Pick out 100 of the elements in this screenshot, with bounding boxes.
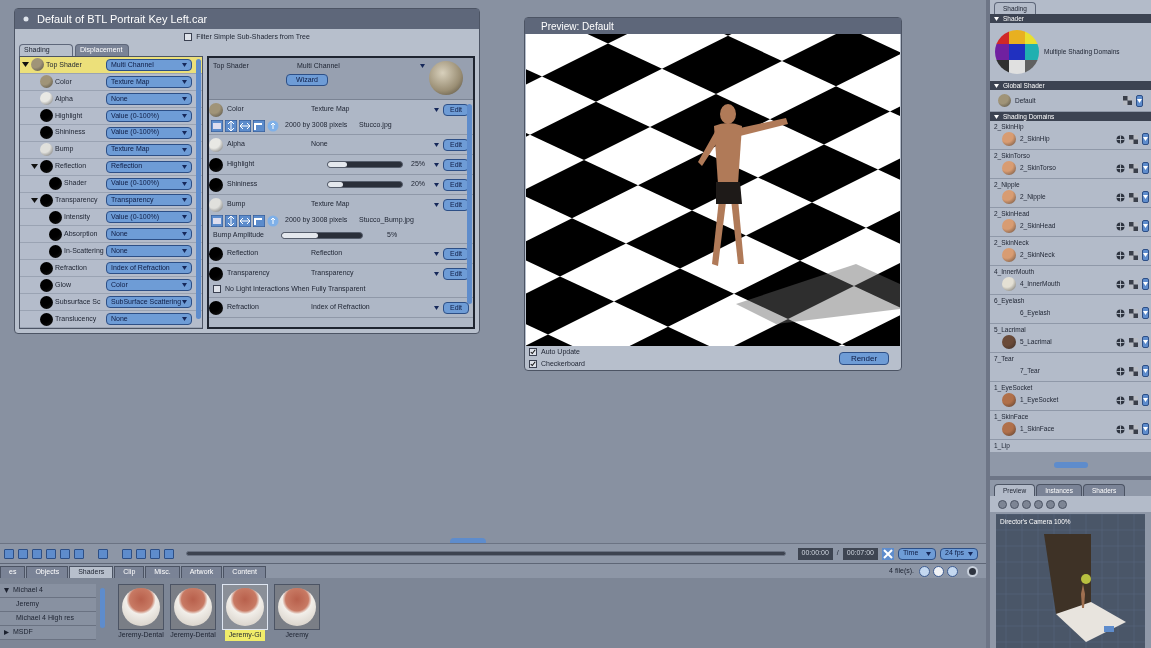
shader-thumbnail[interactable] (118, 584, 164, 630)
texture-tool-icon[interactable] (225, 214, 237, 227)
texture-tool-icon[interactable] (239, 214, 251, 227)
transport-button-icon[interactable] (164, 548, 174, 559)
checker-icon[interactable] (1129, 395, 1138, 405)
transport-button-icon[interactable] (4, 548, 14, 559)
checker-icon[interactable] (1129, 308, 1138, 318)
caret-icon (1143, 427, 1148, 431)
globe-icon[interactable] (1116, 279, 1125, 289)
transport-button-icon[interactable] (74, 548, 84, 559)
dropdown-button[interactable] (1142, 249, 1149, 261)
shader-thumbnail[interactable] (170, 584, 216, 630)
caret-icon (182, 79, 187, 84)
panel-resize-handle[interactable] (1053, 461, 1088, 468)
view-mode-icon[interactable] (933, 565, 944, 577)
globe-icon[interactable] (1116, 192, 1125, 202)
filter-checkbox[interactable] (184, 33, 193, 41)
transport-button-icon[interactable] (60, 548, 70, 559)
dropdown-button[interactable] (1142, 365, 1149, 377)
transport-button-icon[interactable] (32, 548, 42, 559)
dropdown-button[interactable] (1142, 162, 1149, 174)
collapse-triangle-icon[interactable] (994, 83, 999, 88)
caret-icon (182, 266, 187, 271)
checker-icon[interactable] (1129, 221, 1138, 231)
dropdown-button[interactable] (1142, 336, 1149, 348)
transport-button-icon[interactable] (18, 548, 28, 559)
checker-icon[interactable] (1129, 424, 1138, 434)
caret-icon (434, 202, 439, 207)
caret-icon (1143, 166, 1148, 170)
timeline-slider-track[interactable] (186, 551, 786, 556)
texture-tool-icon[interactable] (211, 119, 223, 132)
transport-button-icon[interactable] (122, 548, 132, 559)
caret-icon (926, 551, 931, 556)
view-mode-icon[interactable] (947, 565, 958, 577)
dropdown-button[interactable] (1142, 191, 1149, 203)
dropdown-button[interactable] (1142, 220, 1149, 232)
close-icon[interactable] (882, 547, 894, 560)
globe-icon[interactable] (1116, 308, 1125, 318)
texture-tool-icon[interactable] (211, 214, 223, 227)
globe-icon[interactable] (1116, 395, 1125, 405)
render-button[interactable]: Render (839, 351, 889, 365)
transport-button-icon[interactable] (46, 548, 56, 559)
slider-track[interactable] (281, 231, 363, 239)
caret-icon (1143, 195, 1148, 199)
caret-icon (1143, 398, 1148, 402)
texture-tool-icon[interactable] (253, 214, 265, 227)
dropdown-button[interactable] (1142, 423, 1149, 435)
expander-triangle-icon[interactable] (22, 61, 29, 69)
dropdown-button[interactable] (1142, 307, 1149, 319)
checker-icon[interactable] (1129, 366, 1138, 376)
slider-track[interactable] (327, 161, 403, 168)
dropdown-button[interactable] (1142, 278, 1149, 290)
globe-icon[interactable] (1116, 366, 1125, 376)
texture-tool-icon[interactable] (225, 119, 237, 132)
caret-icon (182, 96, 187, 101)
panel-resize-handle[interactable] (450, 538, 486, 543)
caret-icon (182, 198, 187, 203)
option-checkbox[interactable] (529, 359, 537, 368)
window-menu-icon[interactable] (23, 16, 29, 22)
checker-icon[interactable] (1129, 134, 1138, 144)
dropdown-button[interactable] (1142, 394, 1149, 406)
expander-triangle-icon[interactable] (31, 163, 38, 171)
caret-icon (434, 251, 439, 256)
checker-icon[interactable] (1129, 250, 1138, 260)
globe-icon[interactable] (1116, 134, 1125, 144)
option-checkbox[interactable] (529, 348, 537, 357)
globe-icon[interactable] (1116, 221, 1125, 231)
view-mode-icon[interactable] (919, 565, 930, 577)
dropdown-button[interactable] (1142, 133, 1149, 145)
checker-icon[interactable] (1129, 279, 1138, 289)
dropdown-button[interactable] (1136, 94, 1143, 107)
option-checkbox[interactable] (213, 285, 221, 293)
checker-icon[interactable] (1129, 192, 1138, 202)
expander-triangle-icon[interactable] (31, 196, 38, 204)
transport-button-icon[interactable] (98, 548, 108, 559)
checker-icon[interactable] (1129, 337, 1138, 347)
globe-icon[interactable] (1116, 250, 1125, 260)
caret-icon (182, 232, 187, 237)
scrollbar[interactable] (196, 59, 201, 319)
power-icon[interactable] (967, 565, 978, 577)
checker-icon[interactable] (1129, 163, 1138, 173)
collapse-triangle-icon[interactable] (994, 114, 999, 119)
globe-icon[interactable] (1116, 337, 1125, 347)
globe-icon[interactable] (1116, 424, 1125, 434)
caret-icon (1143, 282, 1148, 286)
caret-icon (1137, 98, 1142, 103)
texture-tool-icon[interactable] (239, 119, 251, 132)
window-title: Default of BTL Portrait Key Left.car (37, 11, 208, 27)
shader-thumbnail[interactable] (274, 584, 320, 630)
globe-icon[interactable] (1116, 163, 1125, 173)
scrollbar[interactable] (467, 104, 472, 304)
texture-tool-icon[interactable] (253, 119, 265, 132)
transport-button-icon[interactable] (150, 548, 160, 559)
transport-button-icon[interactable] (136, 548, 146, 559)
caret-icon (420, 64, 425, 68)
collapse-triangle-icon[interactable] (994, 16, 999, 21)
caret-icon (434, 271, 439, 276)
checker-icon[interactable] (1123, 96, 1132, 105)
scrollbar[interactable] (100, 588, 105, 628)
slider-track[interactable] (327, 181, 403, 188)
